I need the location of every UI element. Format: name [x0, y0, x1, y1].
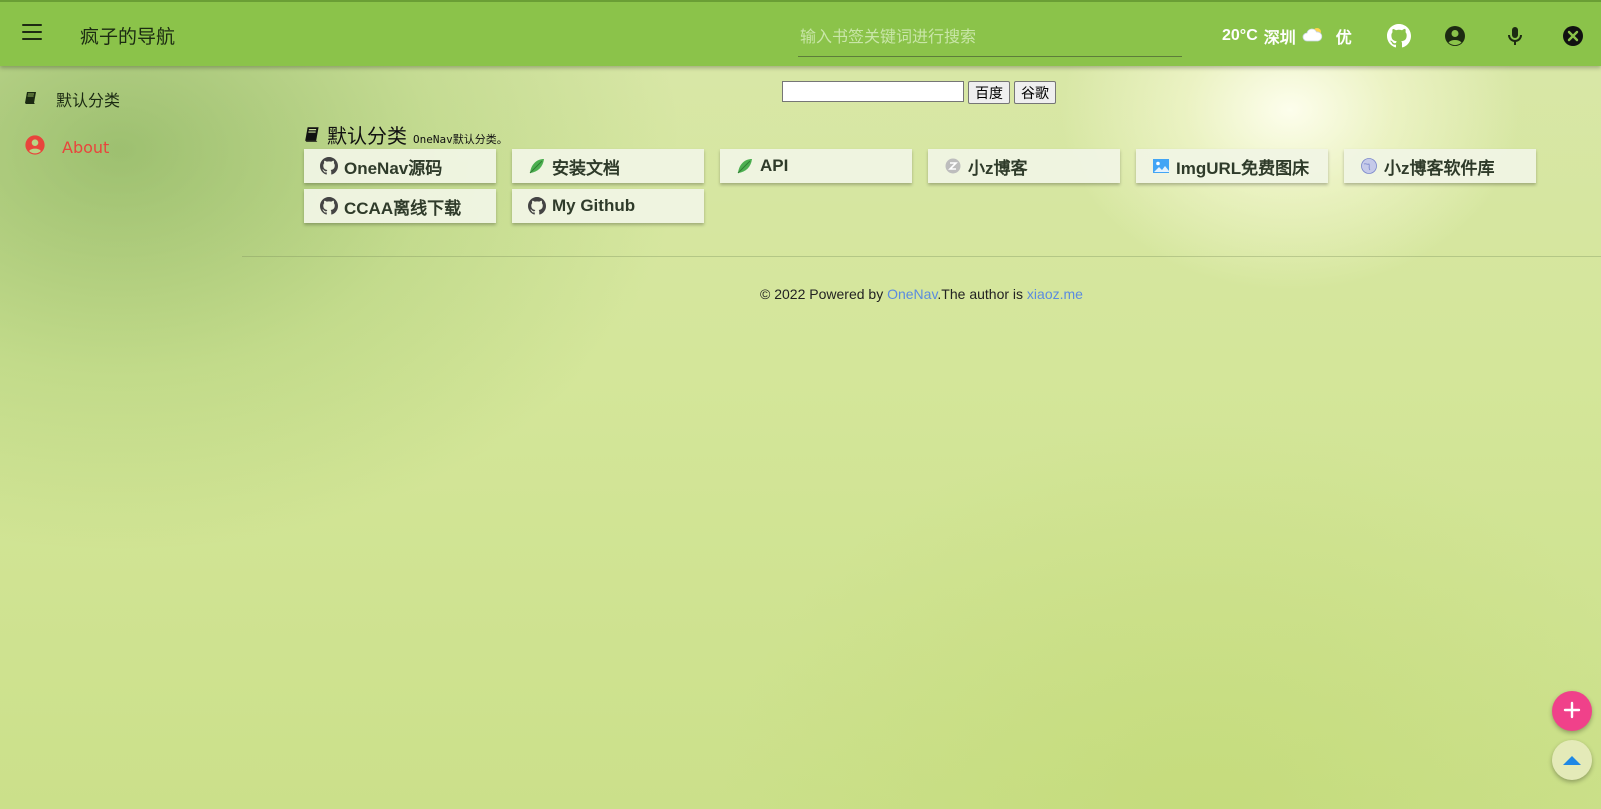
onenav-link[interactable]: OneNav: [887, 286, 937, 302]
link-label: ImgURL免费图床: [1176, 158, 1310, 178]
air-quality: 优: [1335, 30, 1352, 47]
footer: © 2022 Powered by OneNav.The author is x…: [0, 286, 1601, 302]
baidu-search-button[interactable]: 百度: [968, 81, 1010, 104]
microphone-icon[interactable]: [1503, 24, 1527, 48]
book-icon: [24, 90, 38, 109]
sidebar-item-label: About: [62, 137, 110, 157]
menu-icon[interactable]: [22, 24, 42, 42]
sidebar-item-default-category[interactable]: 默认分类: [24, 87, 120, 111]
weather-city: 深圳: [1263, 30, 1296, 47]
user-circle-icon: [24, 134, 46, 160]
link-label: 安装文档: [552, 158, 620, 178]
book-icon: [304, 126, 321, 147]
top-app-bar: 疯子的导航 20°C 深圳 优: [0, 0, 1601, 66]
close-icon[interactable]: [1561, 24, 1585, 48]
link-label: 小z博客软件库: [1384, 158, 1495, 178]
account-icon[interactable]: [1443, 24, 1467, 48]
link-label: 小z博客: [968, 158, 1028, 178]
image-icon: [1152, 157, 1170, 175]
link-card-install-docs[interactable]: 安装文档: [512, 149, 704, 183]
github-icon: [320, 197, 338, 215]
link-card-xiaoz-blog[interactable]: 小z博客: [928, 149, 1120, 183]
github-icon: [320, 157, 338, 175]
category-heading: 默认分类 OneNav默认分类。: [304, 120, 508, 149]
plus-icon: [1563, 696, 1581, 726]
category-name: 默认分类: [327, 124, 407, 148]
category-description: OneNav默认分类。: [413, 133, 508, 146]
engine-search-input[interactable]: [782, 81, 964, 102]
link-card-xiaoz-software[interactable]: 小z博客软件库: [1344, 149, 1536, 183]
bookmark-search-input[interactable]: [798, 22, 1186, 54]
link-label: OneNav源码: [344, 158, 443, 178]
bookmark-search: [798, 22, 1186, 57]
cloud-sun-icon: [1302, 26, 1324, 47]
link-label: CCAA离线下载: [344, 198, 462, 218]
site-title[interactable]: 疯子的导航: [80, 22, 175, 49]
link-label: My Github: [552, 196, 636, 215]
google-search-button[interactable]: 谷歌: [1014, 81, 1056, 104]
link-card-onenav-source[interactable]: OneNav源码: [304, 149, 496, 183]
link-card-imgurl[interactable]: ImgURL免费图床: [1136, 149, 1328, 183]
z-logo-icon: [944, 157, 962, 175]
github-icon: [528, 197, 546, 215]
footer-prefix: © 2022 Powered by: [760, 286, 888, 302]
weather-temp: 20°C: [1222, 27, 1258, 44]
content-divider: [242, 256, 1601, 257]
engine-search: 百度 谷歌: [782, 81, 1056, 104]
link-card-api[interactable]: API: [720, 149, 912, 183]
globe-icon: [1360, 157, 1378, 175]
footer-middle: .The author is: [937, 286, 1027, 302]
leaf-icon: [736, 157, 754, 175]
sidebar-item-about[interactable]: About: [24, 134, 109, 160]
leaf-icon: [528, 157, 546, 175]
link-card-ccaa-download[interactable]: CCAA离线下载: [304, 189, 496, 223]
sidebar-item-label: 默认分类: [56, 91, 121, 110]
github-icon[interactable]: [1387, 24, 1411, 48]
weather-widget: 20°C 深圳 优: [1222, 24, 1352, 48]
link-card-my-github[interactable]: My Github: [512, 189, 704, 223]
add-link-button[interactable]: [1552, 691, 1592, 731]
arrow-up-icon: [1562, 751, 1582, 770]
back-to-top-button[interactable]: [1552, 740, 1592, 780]
author-link[interactable]: xiaoz.me: [1027, 286, 1083, 302]
link-label: API: [760, 156, 789, 175]
